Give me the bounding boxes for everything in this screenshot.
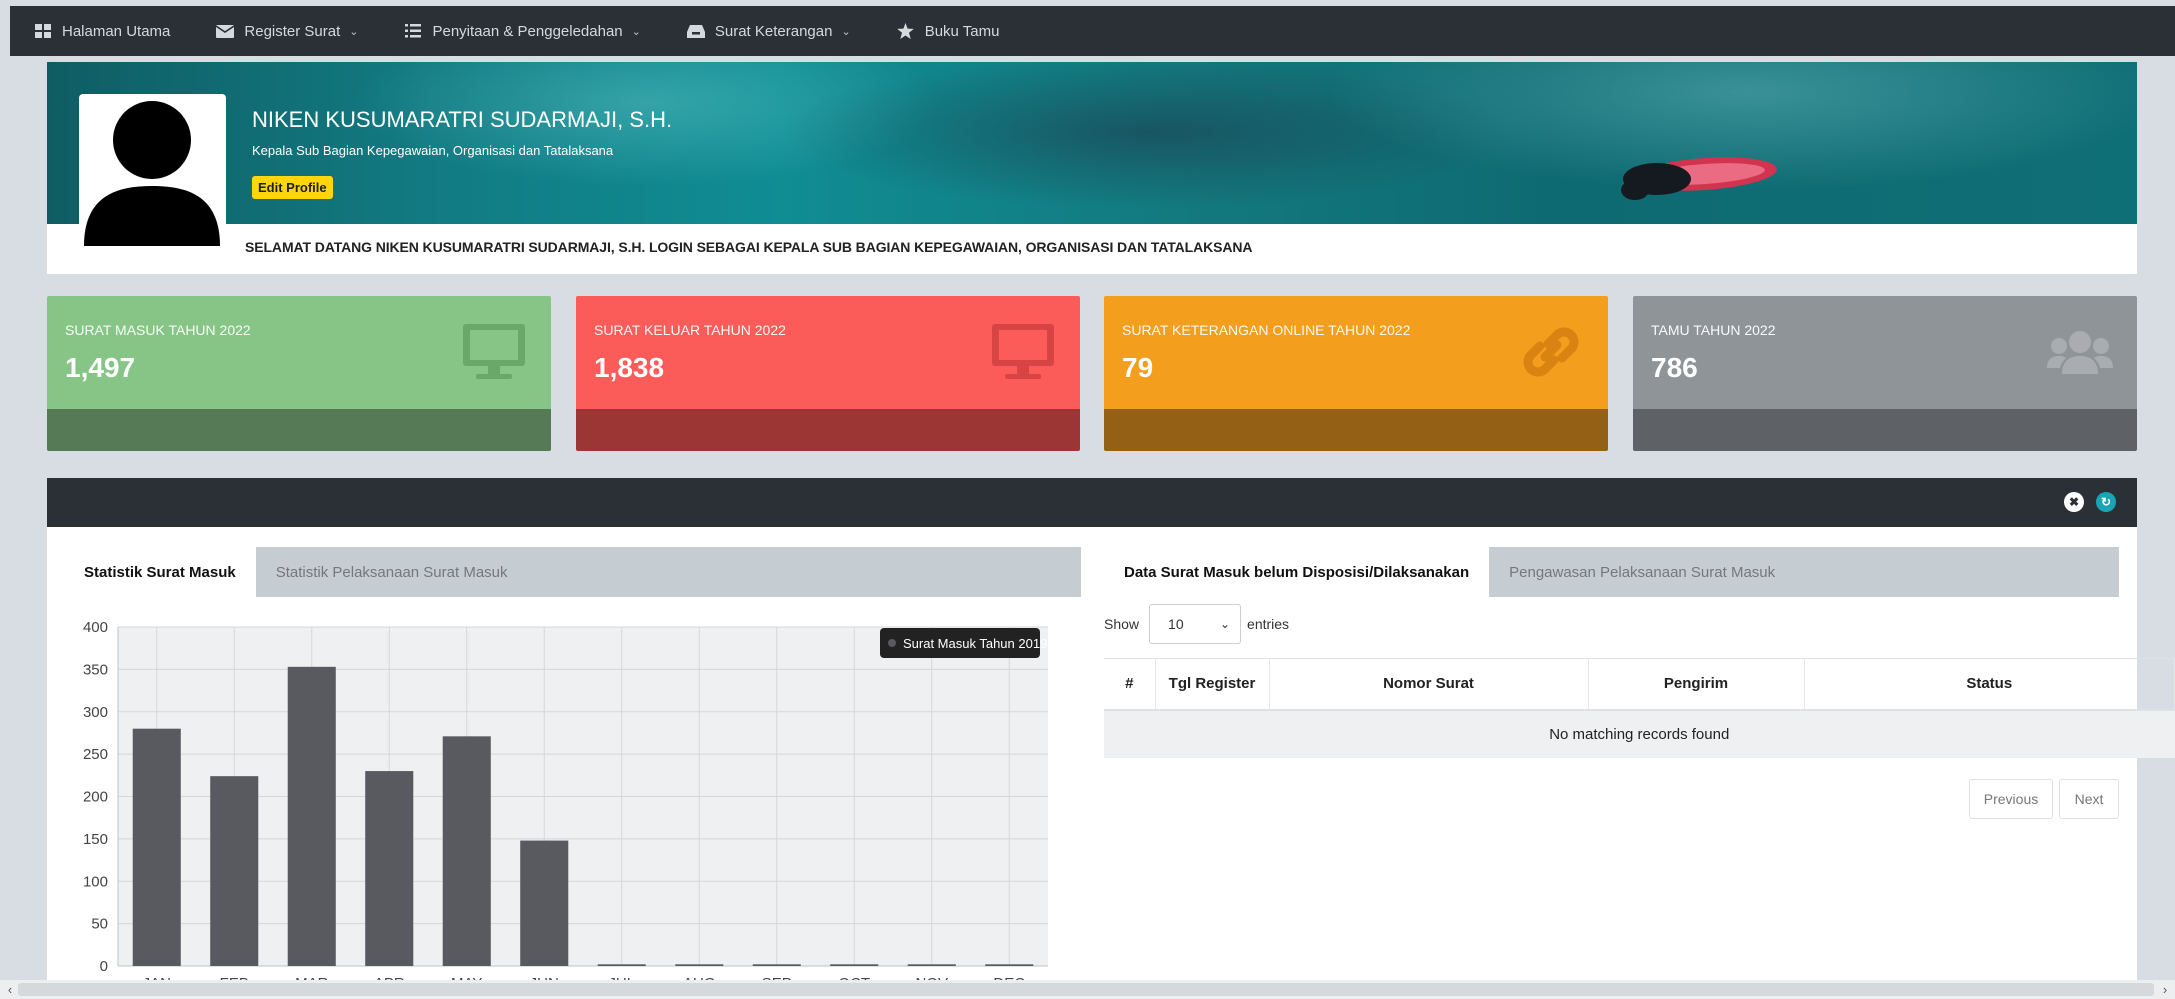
stat-footer[interactable] — [1633, 409, 2137, 451]
table-tabs: Data Surat Masuk belum Disposisi/Dilaksa… — [1104, 547, 2119, 597]
col-header-pengirim[interactable]: Pengirim — [1588, 658, 1805, 711]
nav-label: Halaman Utama — [62, 22, 171, 40]
bar — [520, 840, 569, 966]
tab-statistik-surat-masuk[interactable]: Statistik Surat Masuk — [64, 547, 256, 597]
y-tick-label: 350 — [83, 661, 108, 678]
chevron-down-icon: ⌄ — [841, 25, 851, 38]
inbox-icon — [686, 23, 705, 39]
y-tick-label: 250 — [83, 746, 108, 763]
profile-role: Kepala Sub Bagian Kepegawaian, Organisas… — [252, 143, 614, 158]
col-header-status[interactable]: Status — [1804, 658, 2175, 711]
entries-value: 10 — [1168, 616, 1184, 632]
tab-statistik-pelaksanaan[interactable]: Statistik Pelaksanaan Surat Masuk — [256, 547, 528, 597]
bar — [597, 964, 646, 966]
bar — [985, 964, 1034, 966]
nav-buku-tamu[interactable]: Buku Tamu — [897, 22, 1000, 40]
edit-profile-button[interactable]: Edit Profile — [252, 176, 333, 199]
stat-card-surat-keterangan[interactable]: SURAT KETERANGAN ONLINE TAHUN 2022 79 — [1104, 296, 1608, 451]
chevron-down-icon: ⌄ — [631, 25, 641, 38]
expand-icon[interactable]: ✖ — [2064, 492, 2084, 512]
top-navbar: Halaman Utama Register Surat ⌄ Penyitaan… — [10, 6, 2175, 56]
table-row: No matching records found — [1104, 709, 2175, 758]
welcome-message: SELAMAT DATANG NIKEN KUSUMARATRI SUDARMA… — [245, 239, 1253, 255]
refresh-icon[interactable]: ↻ — [2096, 492, 2116, 512]
legend-swatch — [888, 639, 896, 647]
previous-button[interactable]: Previous — [1969, 779, 2053, 819]
bar — [365, 771, 414, 966]
next-button[interactable]: Next — [2059, 779, 2119, 819]
monitor-icon — [463, 324, 525, 379]
stat-card-tamu[interactable]: TAMU TAHUN 2022 786 — [1633, 296, 2137, 451]
y-tick-label: 300 — [83, 704, 108, 721]
nav-register-surat[interactable]: Register Surat ⌄ — [216, 23, 358, 40]
users-icon — [2047, 331, 2113, 374]
bar — [752, 964, 801, 966]
stat-footer[interactable] — [576, 409, 1080, 451]
bar — [132, 728, 181, 966]
bar-chart: 050100150200250300350400JANFEBMARAPRMAYJ… — [83, 619, 1048, 980]
chevron-down-icon: ⌄ — [349, 25, 359, 38]
bar — [442, 736, 491, 966]
nav-label: Buku Tamu — [924, 22, 1000, 40]
nav-surat-keterangan[interactable]: Surat Keterangan ⌄ — [686, 22, 851, 40]
horizontal-scrollbar[interactable]: ‹ › — [0, 980, 2175, 999]
stat-footer[interactable] — [47, 409, 551, 451]
stat-card-surat-keluar[interactable]: SURAT KELUAR TAHUN 2022 1,838 — [576, 296, 1080, 451]
y-tick-label: 100 — [83, 873, 108, 890]
col-header-nomor-surat[interactable]: Nomor Surat — [1269, 658, 1589, 711]
tab-pengawasan-pelaksanaan[interactable]: Pengawasan Pelaksanaan Surat Masuk — [1489, 547, 1795, 597]
entries-label: entries — [1247, 616, 1290, 632]
y-tick-label: 50 — [91, 916, 108, 933]
legend-label: Surat Masuk Tahun 2019 — [903, 636, 1047, 651]
col-header-tgl-register[interactable]: Tgl Register — [1155, 658, 1270, 711]
monitor-icon — [992, 324, 1054, 379]
bar — [907, 964, 956, 966]
show-label: Show — [1104, 616, 1140, 632]
nav-label: Penyitaan & Penggeledahan — [432, 22, 623, 40]
chevron-down-icon: ⌄ — [1219, 617, 1231, 631]
bar — [210, 776, 259, 966]
surfer-image — [1621, 157, 1777, 200]
y-tick-label: 200 — [83, 789, 108, 806]
envelope-icon — [216, 23, 235, 39]
panel-header: ✖ ↻ — [47, 478, 2137, 527]
entries-control: Show 10 ⌄ entries — [1104, 604, 1289, 644]
list-icon — [404, 23, 422, 39]
chart-tabs: Statistik Surat Masuk Statistik Pelaksan… — [64, 547, 1081, 597]
tab-data-surat-masuk[interactable]: Data Surat Masuk belum Disposisi/Dilaksa… — [1104, 547, 1490, 597]
data-table: # Tgl Register Nomor Surat Pengirim Stat… — [1104, 658, 2175, 758]
y-tick-label: 0 — [100, 958, 108, 975]
y-tick-label: 150 — [83, 831, 108, 848]
bar — [675, 964, 724, 966]
bar — [287, 666, 336, 966]
nav-halaman-utama[interactable]: Halaman Utama — [34, 23, 170, 40]
y-tick-label: 400 — [83, 619, 108, 636]
nav-label: Surat Keterangan — [714, 22, 833, 40]
col-header-number[interactable]: # — [1104, 658, 1156, 711]
stat-footer[interactable] — [1104, 409, 1608, 451]
avatar — [79, 94, 226, 246]
profile-card: NIKEN KUSUMARATRI SUDARMAJI, S.H. Kepala… — [47, 62, 2137, 274]
scroll-right-icon[interactable]: › — [2157, 980, 2173, 999]
profile-name: NIKEN KUSUMARATRI SUDARMAJI, S.H. — [252, 107, 673, 132]
star-icon — [897, 23, 915, 39]
bar — [830, 964, 879, 966]
scrollbar-thumb[interactable] — [18, 983, 2154, 996]
stat-card-surat-masuk[interactable]: SURAT MASUK TAHUN 2022 1,497 — [47, 296, 551, 451]
dashboard-icon — [34, 23, 52, 39]
link-icon — [1523, 327, 1579, 377]
empty-message: No matching records found — [1104, 709, 2175, 758]
entries-select[interactable]: 10 ⌄ — [1149, 604, 1242, 644]
nav-penyitaan[interactable]: Penyitaan & Penggeledahan ⌄ — [404, 22, 641, 40]
nav-label: Register Surat — [244, 22, 341, 40]
scroll-left-icon[interactable]: ‹ — [2, 980, 18, 999]
